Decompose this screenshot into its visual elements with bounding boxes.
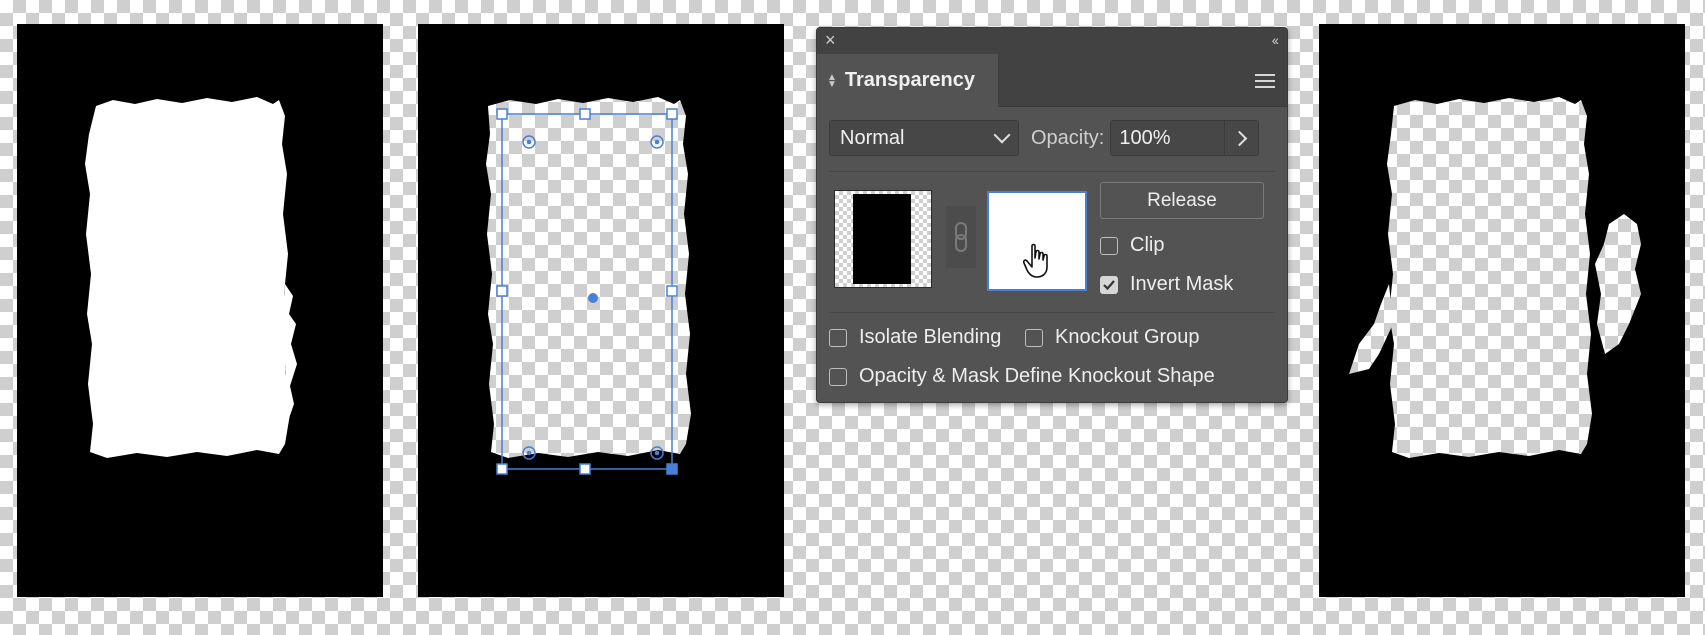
knockout-group-checkbox-box[interactable] (1025, 328, 1043, 347)
artwork-original (17, 24, 383, 597)
artwork-thumbnail[interactable] (834, 190, 932, 288)
chain-link-icon[interactable] (946, 206, 976, 268)
clip-checkbox[interactable]: Clip (1100, 234, 1164, 257)
opacity-label: Opacity: (1031, 126, 1105, 149)
invert-mask-checkbox[interactable]: Invert Mask (1100, 273, 1233, 296)
chevron-right-icon (1232, 130, 1248, 146)
clip-label: Clip (1130, 234, 1165, 256)
knockout-group-label: Knockout Group (1055, 326, 1200, 348)
isolate-blending-label: Isolate Blending (859, 326, 1002, 348)
blend-mode-value: Normal (840, 126, 905, 149)
opacity-input[interactable]: 100% (1110, 120, 1226, 156)
chevron-down-icon (993, 126, 1011, 144)
close-icon[interactable]: × (825, 30, 836, 51)
hand-pointer-icon (1023, 243, 1048, 278)
opacity-popup-button[interactable] (1225, 120, 1260, 156)
hamburger-menu-icon[interactable] (1255, 70, 1275, 92)
checkmark-icon (1103, 279, 1115, 290)
panel-tabbar: ▲ ▼ Transparency (817, 54, 1287, 107)
knockout-group-checkbox[interactable]: Knockout Group (1025, 326, 1200, 349)
blend-mode-dropdown[interactable]: Normal (829, 120, 1019, 156)
isolate-blending-checkbox-box[interactable] (829, 328, 847, 347)
artwork-selected-mask[interactable] (418, 24, 784, 597)
clip-checkbox-box[interactable] (1100, 236, 1118, 255)
panel-titlebar[interactable]: × ‹‹ (817, 28, 1287, 54)
opacity-mask-define-knockout-label: Opacity & Mask Define Knockout Shape (859, 365, 1215, 387)
double-chevron-left-icon[interactable]: ‹‹ (1272, 32, 1279, 48)
tab-transparency[interactable]: ▲ ▼ Transparency (817, 54, 998, 107)
opacity-mask-define-knockout-checkbox-box[interactable] (829, 367, 847, 386)
divider (829, 171, 1275, 172)
opacity-mask-define-knockout-checkbox[interactable]: Opacity & Mask Define Knockout Shape (829, 365, 1215, 388)
invert-mask-label: Invert Mask (1130, 273, 1234, 295)
invert-mask-checkbox-box[interactable] (1100, 275, 1118, 294)
reorder-icon: ▲ ▼ (827, 71, 837, 90)
mask-thumbnail[interactable] (987, 191, 1087, 291)
isolate-blending-checkbox[interactable]: Isolate Blending (829, 326, 1001, 349)
divider (829, 312, 1275, 313)
transparency-panel: × ‹‹ ▲ ▼ Transparency Normal Opacity: 100… (816, 27, 1288, 403)
release-button[interactable]: Release (1100, 182, 1264, 219)
artwork-inverted-result (1319, 24, 1685, 597)
tab-label: Transparency (844, 69, 975, 91)
